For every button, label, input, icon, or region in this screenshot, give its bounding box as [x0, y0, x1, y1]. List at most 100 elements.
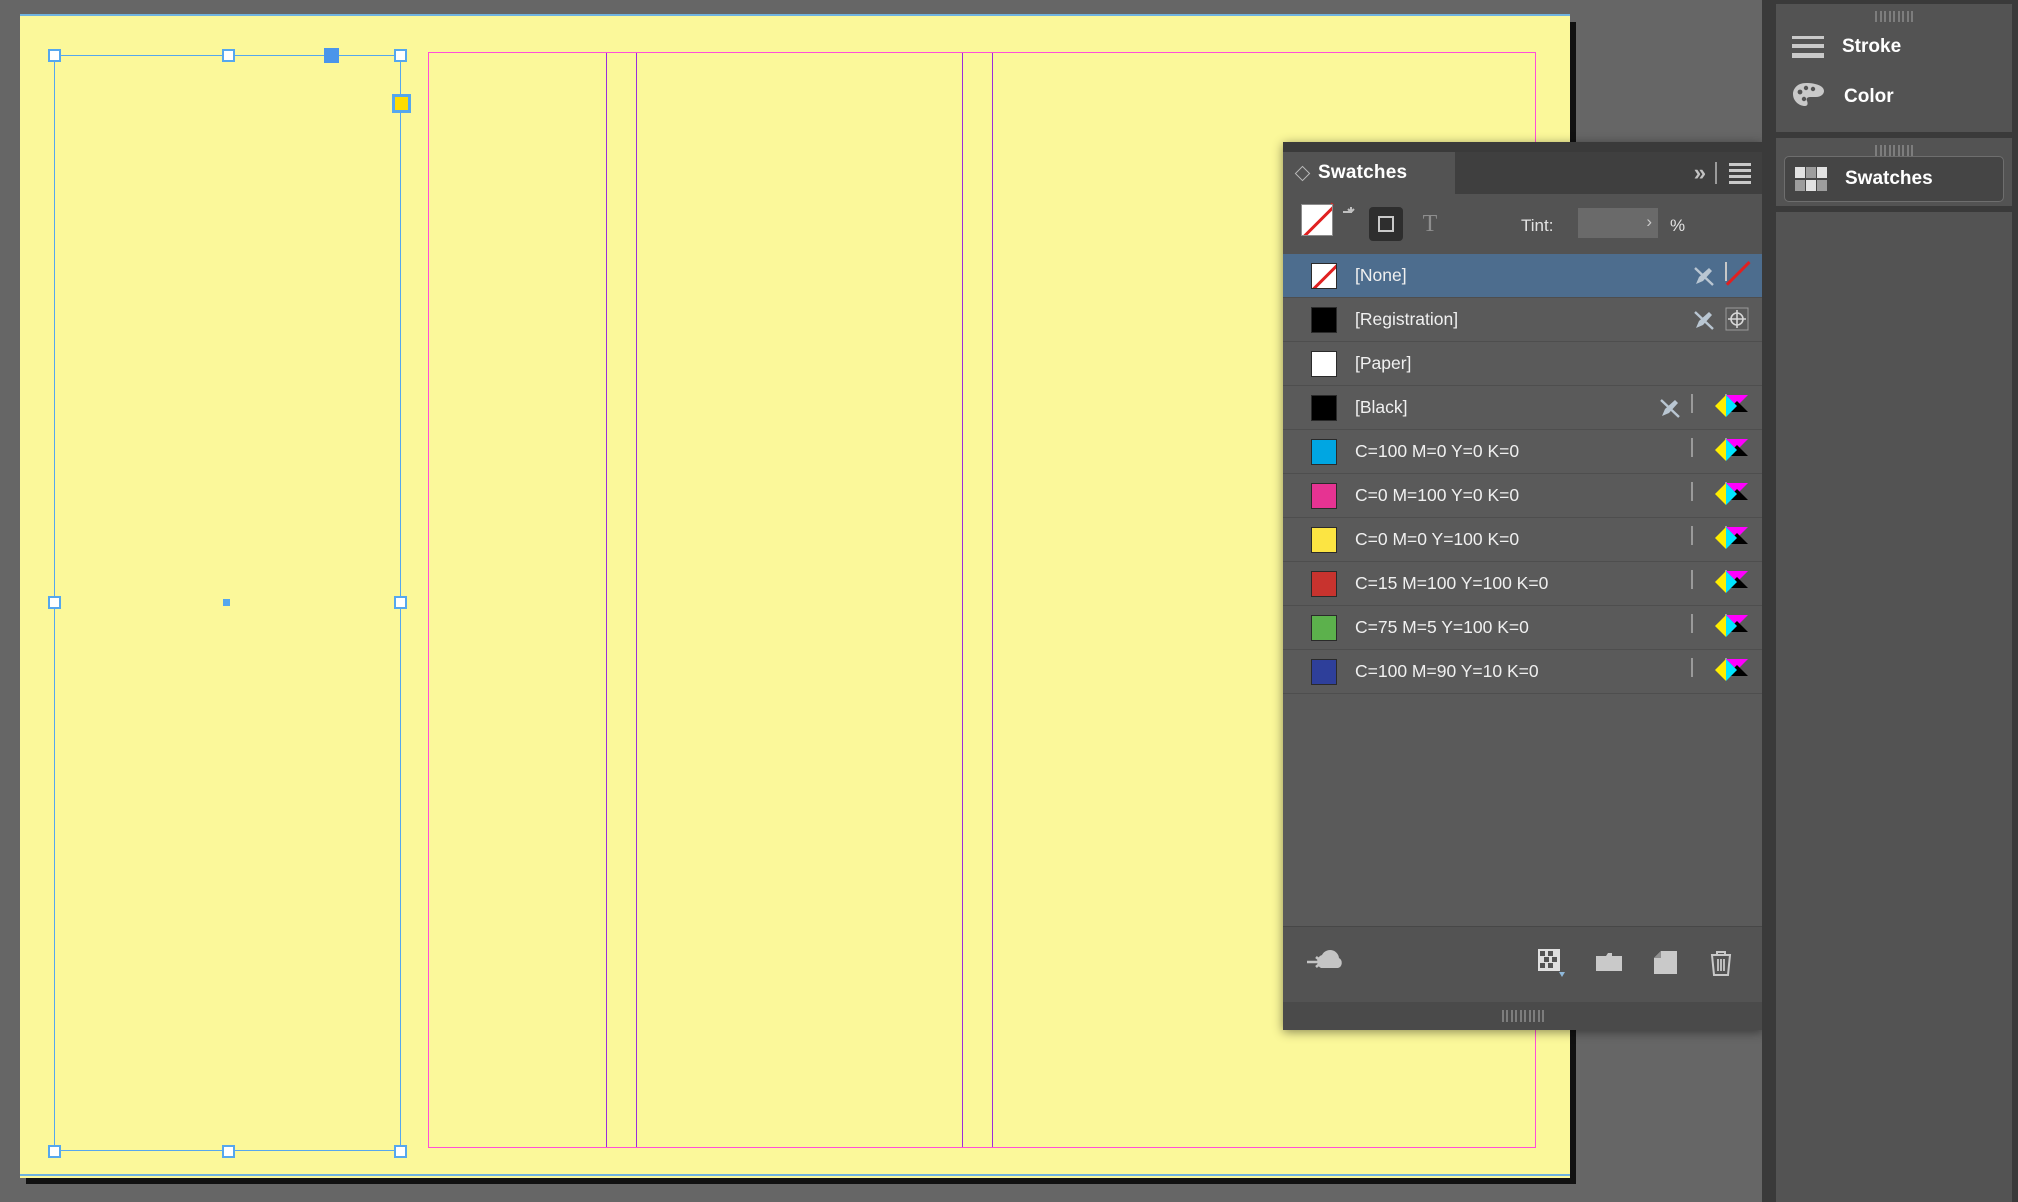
cmyk-icon: [1715, 438, 1751, 465]
swatch-row-magenta[interactable]: C=0 M=100 Y=0 K=0: [1283, 474, 1763, 518]
diamond-icon: [1294, 165, 1311, 181]
handle-top-left[interactable]: [48, 49, 61, 62]
tab-swatches[interactable]: Swatches: [1283, 152, 1455, 194]
swatch-color-chip: [1311, 482, 1337, 509]
swatch-name: C=100 M=0 Y=0 K=0: [1355, 441, 1520, 461]
color-palette-icon: [1792, 82, 1826, 113]
swatch-name: C=15 M=100 Y=100 K=0: [1355, 573, 1549, 593]
swatch-row-yellow[interactable]: C=0 M=0 Y=100 K=0: [1283, 518, 1763, 562]
swatch-name: [Black]: [1355, 397, 1408, 417]
swap-fill-stroke-icon[interactable]: [1341, 202, 1357, 216]
right-dock: Stroke Color Swatches: [1762, 0, 2018, 1202]
panel-drag-bar[interactable]: [1283, 142, 1763, 152]
panel-title: Swatches: [1318, 162, 1408, 183]
column-guide: [992, 53, 993, 1147]
swatch-name: [None]: [1355, 265, 1407, 285]
swatch-color-chip: [1311, 570, 1337, 597]
grip-dots-icon: [1501, 1010, 1545, 1022]
delete-swatch-icon[interactable]: [1707, 948, 1735, 983]
panel-menu-icon[interactable]: [1729, 162, 1751, 184]
dock-empty-area: [1776, 212, 2012, 1202]
cmyk-icon: [1715, 394, 1751, 421]
swatch-name: C=0 M=0 Y=100 K=0: [1355, 529, 1520, 549]
swatch-name: [Registration]: [1355, 309, 1459, 329]
pen-slash-icon: [1657, 395, 1683, 421]
column-guide: [606, 53, 607, 1147]
grip-dots-icon[interactable]: [1776, 138, 2012, 156]
cc-library-upload-icon[interactable]: [1305, 948, 1347, 983]
dock-item-label: Color: [1844, 86, 1894, 107]
swatch-row-blue[interactable]: C=100 M=90 Y=10 K=0: [1283, 650, 1763, 694]
swatch-color-chip: [1311, 526, 1337, 553]
panel-controls: T Tint: › %: [1283, 194, 1763, 254]
swatch-row-paper[interactable]: [Paper]: [1283, 342, 1763, 386]
fill-stroke-proxy[interactable]: [1301, 202, 1355, 248]
dock-item-stroke[interactable]: Stroke: [1776, 22, 2012, 72]
swatch-row-red[interactable]: C=15 M=100 Y=100 K=0: [1283, 562, 1763, 606]
dock-item-label: Swatches: [1845, 168, 1933, 189]
tint-icon: [1691, 614, 1717, 641]
new-swatch-icon[interactable]: [1653, 949, 1679, 982]
formatting-affects-text-button[interactable]: T: [1413, 207, 1447, 241]
cmyk-icon: [1715, 570, 1751, 597]
fill-swatch[interactable]: [1301, 204, 1333, 236]
chevron-right-icon[interactable]: ›: [1646, 212, 1652, 232]
swatch-row-registration[interactable]: [Registration]: [1283, 298, 1763, 342]
registration-icon: [1725, 307, 1751, 333]
pen-slash-icon: [1691, 307, 1717, 333]
square-icon: [1378, 216, 1394, 232]
cmyk-icon: [1715, 658, 1751, 685]
handle-bottom-center[interactable]: [222, 1145, 235, 1158]
panel-resize-grip[interactable]: [1283, 1002, 1763, 1030]
none-icon: [1725, 261, 1751, 289]
dock-group-stroke-color: Stroke Color: [1776, 4, 2012, 132]
swatch-color-chip: [1311, 306, 1337, 333]
new-color-group-icon[interactable]: [1595, 950, 1625, 981]
page-bottom-edge: [20, 1174, 1570, 1176]
selection-center-point: [223, 599, 230, 606]
swatch-list[interactable]: [None] [Registration] [Paper] [Black] C=…: [1283, 254, 1763, 926]
tint-label: Tint:: [1521, 216, 1554, 235]
swatches-panel[interactable]: Swatches » T Tint: › % [None] [Registrat…: [1283, 142, 1763, 1030]
grip-dots-icon[interactable]: [1776, 4, 2012, 22]
handle-bottom-right[interactable]: [394, 1145, 407, 1158]
swatch-row-green[interactable]: C=75 M=5 Y=100 K=0: [1283, 606, 1763, 650]
tint-input[interactable]: ›: [1578, 208, 1658, 238]
cmyk-icon: [1715, 614, 1751, 641]
swatches-grid-icon: [1795, 167, 1827, 191]
handle-top-right[interactable]: [394, 49, 407, 62]
swatch-color-chip: [1311, 394, 1337, 421]
swatch-name: C=100 M=90 Y=10 K=0: [1355, 661, 1539, 681]
dock-item-swatches[interactable]: Swatches: [1784, 156, 2004, 202]
swatch-name: [Paper]: [1355, 353, 1412, 373]
content-grabber-indicator[interactable]: [392, 94, 411, 113]
formatting-affects-container-button[interactable]: [1369, 207, 1403, 241]
stroke-lines-icon: [1792, 36, 1824, 58]
handle-top-center[interactable]: [222, 49, 235, 62]
swatch-row-cyan[interactable]: C=100 M=0 Y=0 K=0: [1283, 430, 1763, 474]
tint-icon: [1691, 526, 1717, 553]
handle-bottom-left[interactable]: [48, 1145, 61, 1158]
tint-icon: [1691, 482, 1717, 509]
collapse-chevrons-icon[interactable]: »: [1694, 162, 1706, 184]
swatch-color-chip: [1311, 614, 1337, 641]
swatch-row-black[interactable]: [Black]: [1283, 386, 1763, 430]
swatch-row-none[interactable]: [None]: [1283, 254, 1763, 298]
show-all-swatches-icon[interactable]: [1537, 948, 1567, 983]
panel-footer: [1283, 926, 1763, 1003]
swatch-name: C=75 M=5 Y=100 K=0: [1355, 617, 1529, 637]
handle-middle-left[interactable]: [48, 596, 61, 609]
handle-top-active[interactable]: [324, 48, 339, 63]
cmyk-icon: [1715, 526, 1751, 553]
pen-slash-icon: [1691, 263, 1717, 289]
page-shadow-bottom: [26, 1178, 1576, 1184]
dock-group-swatches: Swatches: [1776, 138, 2012, 206]
swatch-name: C=0 M=100 Y=0 K=0: [1355, 485, 1520, 505]
handle-middle-right[interactable]: [394, 596, 407, 609]
indesign-window: Swatches » T Tint: › % [None] [Registrat…: [0, 0, 2018, 1202]
tint-icon: [1691, 658, 1717, 685]
column-guide: [636, 53, 637, 1147]
cmyk-icon: [1715, 482, 1751, 509]
dock-item-label: Stroke: [1842, 36, 1902, 57]
dock-item-color[interactable]: Color: [1776, 72, 2012, 122]
